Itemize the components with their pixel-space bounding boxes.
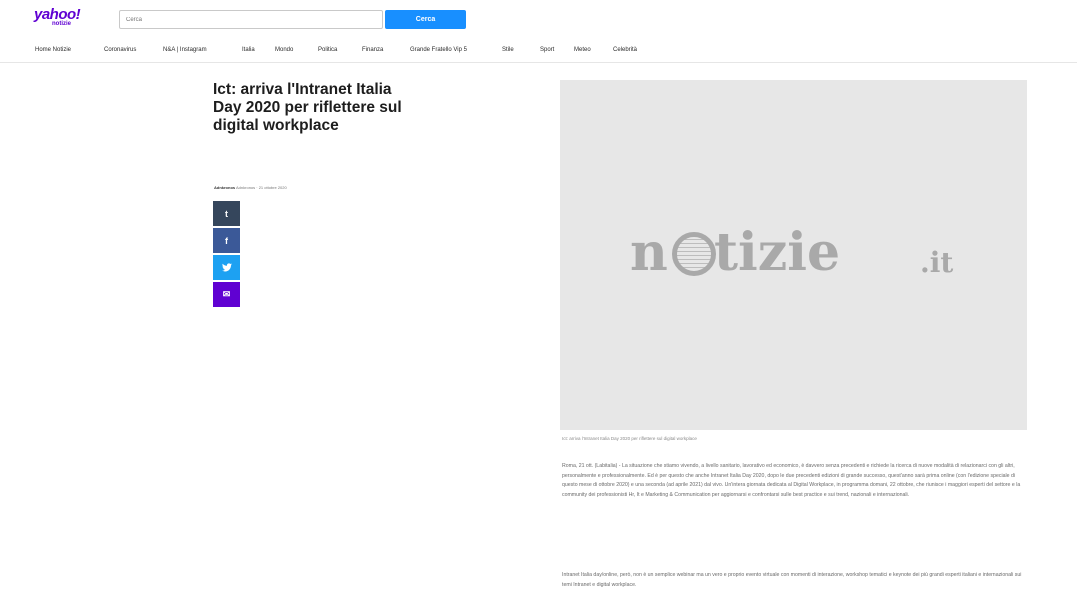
- twitter-icon: [221, 263, 232, 272]
- brand-tld: .it: [920, 246, 954, 279]
- nav-item-home[interactable]: Home Notizie: [35, 47, 71, 53]
- article-headline: Ict: arriva l'Intranet Italia Day 2020 p…: [213, 81, 402, 134]
- notizie-it-brand-image: n tizie .it: [622, 218, 962, 288]
- nav-item-instagram[interactable]: N&A | Instagram: [163, 47, 207, 53]
- nav-item-italia[interactable]: Italia: [242, 47, 255, 53]
- tumblr-icon: t: [225, 208, 228, 219]
- share-email-button[interactable]: ✉: [213, 282, 240, 307]
- nav-item-politica[interactable]: Politica: [318, 47, 337, 53]
- share-facebook-button[interactable]: f: [213, 228, 240, 253]
- nav-item-stile[interactable]: Stile: [502, 47, 514, 53]
- nav-item-grande-fratello[interactable]: Grande Fratello Vip 5: [410, 47, 467, 53]
- nav-item-coronavirus[interactable]: Coronavirus: [104, 47, 136, 53]
- article-paragraph-2: Intranet Italia day/online, però, non è …: [562, 572, 1022, 588]
- byline-source[interactable]: Adnkronos: [214, 185, 235, 190]
- nav-item-sport[interactable]: Sport: [540, 47, 554, 53]
- share-twitter-button[interactable]: [213, 255, 240, 280]
- brand-letter-n: n: [630, 222, 668, 283]
- image-caption: Ict: arriva l'Intranet Italia Day 2020 p…: [562, 436, 697, 441]
- article-paragraph-1: Roma, 21 ott. (Labitalia) - La situazion…: [562, 463, 1021, 498]
- yahoo-notizie-logo[interactable]: yahoo! notizie: [34, 6, 94, 34]
- logo-subtitle: notizie: [52, 21, 71, 27]
- nav-item-meteo[interactable]: Meteo: [574, 47, 591, 53]
- share-tumblr-button[interactable]: t: [213, 201, 240, 226]
- search-input[interactable]: [119, 10, 383, 29]
- globe-icon: [672, 232, 716, 276]
- facebook-icon: f: [225, 235, 228, 246]
- brand-word: tizie: [714, 222, 841, 283]
- byline-date: Adnkronos · 21 ottobre 2020: [236, 185, 287, 190]
- nav-item-mondo[interactable]: Mondo: [275, 47, 293, 53]
- email-icon: ✉: [222, 289, 231, 299]
- site-header: yahoo! notizie Cerca Home Notizie Corona…: [0, 0, 1077, 63]
- nav-item-finanza[interactable]: Finanza: [362, 47, 383, 53]
- nav-item-celebrita[interactable]: Celebrità: [613, 47, 637, 53]
- main-nav: Home Notizie Coronavirus N&A | Instagram…: [0, 40, 1077, 63]
- article-byline: Adnkronos Adnkronos · 21 ottobre 2020: [214, 185, 287, 190]
- search-button[interactable]: Cerca: [385, 10, 466, 29]
